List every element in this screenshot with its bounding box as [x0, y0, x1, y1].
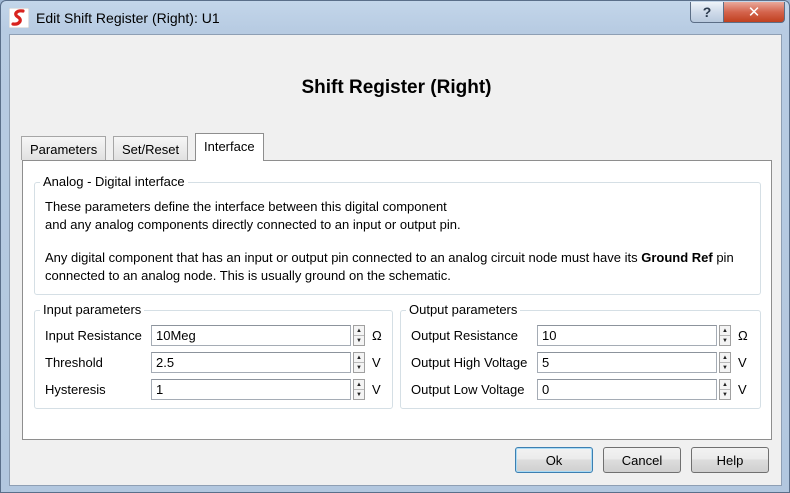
simetrix-logo-icon: [8, 7, 30, 29]
spin-down-icon[interactable]: ▼: [720, 363, 730, 372]
group-title: Input parameters: [40, 303, 145, 317]
window-title: Edit Shift Register (Right): U1: [36, 10, 220, 26]
input-parameters-group: Input parameters Input Resistance 10Meg …: [34, 303, 393, 409]
description-text: pin: [712, 250, 734, 265]
threshold-label: Threshold: [45, 355, 103, 370]
spin-up-icon[interactable]: ▲: [720, 353, 730, 363]
threshold-field[interactable]: 2.5: [151, 352, 351, 373]
description-line: These parameters define the interface be…: [45, 199, 447, 214]
output-high-voltage-field[interactable]: 5: [537, 352, 717, 373]
output-low-voltage-label: Output Low Voltage: [411, 382, 525, 397]
hysteresis-field[interactable]: 1: [151, 379, 351, 400]
unit-volt: V: [372, 355, 381, 370]
title-bar[interactable]: Edit Shift Register (Right): U1 ? ✕: [1, 1, 789, 35]
help-title-button[interactable]: ?: [690, 2, 724, 23]
interface-tab-panel: Analog - Digital interface These paramet…: [22, 160, 772, 440]
spin-down-icon[interactable]: ▼: [720, 336, 730, 345]
output-low-voltage-spinner[interactable]: ▲ ▼: [719, 379, 731, 400]
close-icon: ✕: [747, 4, 761, 21]
unit-volt: V: [738, 355, 747, 370]
close-window-button[interactable]: ✕: [723, 2, 785, 23]
spin-down-icon[interactable]: ▼: [354, 363, 364, 372]
description-line: Any digital component that has an input …: [45, 249, 734, 267]
output-high-voltage-spinner[interactable]: ▲ ▼: [719, 352, 731, 373]
help-button[interactable]: Help: [691, 447, 769, 473]
output-resistance-label: Output Resistance: [411, 328, 518, 343]
hysteresis-spinner[interactable]: ▲ ▼: [353, 379, 365, 400]
spin-down-icon[interactable]: ▼: [720, 390, 730, 399]
spin-down-icon[interactable]: ▼: [354, 390, 364, 399]
tab-parameters[interactable]: Parameters: [21, 136, 107, 160]
cancel-button[interactable]: Cancel: [603, 447, 681, 473]
spin-up-icon[interactable]: ▲: [720, 326, 730, 336]
description-line: and any analog components directly conne…: [45, 217, 461, 232]
unit-volt: V: [372, 382, 381, 397]
description-text: Any digital component that has an input …: [45, 250, 642, 265]
tab-set-reset[interactable]: Set/Reset: [113, 136, 189, 160]
description-line: connected to an analog node. This is usu…: [45, 268, 451, 283]
output-resistance-field[interactable]: 10: [537, 325, 717, 346]
input-resistance-spinner[interactable]: ▲ ▼: [353, 325, 365, 346]
dialog-window: Edit Shift Register (Right): U1 ? ✕ Shif…: [0, 0, 790, 493]
hysteresis-label: Hysteresis: [45, 382, 106, 397]
output-parameters-group: Output parameters Output Resistance 10 ▲…: [400, 303, 761, 409]
input-resistance-field[interactable]: 10Meg: [151, 325, 351, 346]
spin-down-icon[interactable]: ▼: [354, 336, 364, 345]
output-low-voltage-field[interactable]: 0: [537, 379, 717, 400]
dialog-heading: Shift Register (Right): [301, 77, 492, 98]
spin-up-icon[interactable]: ▲: [720, 380, 730, 390]
group-title: Output parameters: [406, 303, 521, 317]
unit-volt: V: [738, 382, 747, 397]
input-resistance-label: Input Resistance: [45, 328, 142, 343]
analog-digital-interface-group: Analog - Digital interface These paramet…: [34, 175, 761, 295]
spin-up-icon[interactable]: ▲: [354, 326, 364, 336]
tab-interface[interactable]: Interface: [195, 133, 264, 161]
threshold-spinner[interactable]: ▲ ▼: [353, 352, 365, 373]
group-title: Analog - Digital interface: [40, 175, 188, 189]
spin-up-icon[interactable]: ▲: [354, 380, 364, 390]
ground-ref-emphasis: Ground Ref: [641, 250, 713, 265]
dialog-body: Shift Register (Right) Parameters Set/Re…: [9, 34, 782, 486]
unit-ohm: Ω: [738, 328, 748, 343]
output-resistance-spinner[interactable]: ▲ ▼: [719, 325, 731, 346]
help-icon: ?: [702, 4, 712, 20]
output-high-voltage-label: Output High Voltage: [411, 355, 528, 370]
ok-button[interactable]: Ok: [515, 447, 593, 473]
spin-up-icon[interactable]: ▲: [354, 353, 364, 363]
unit-ohm: Ω: [372, 328, 382, 343]
